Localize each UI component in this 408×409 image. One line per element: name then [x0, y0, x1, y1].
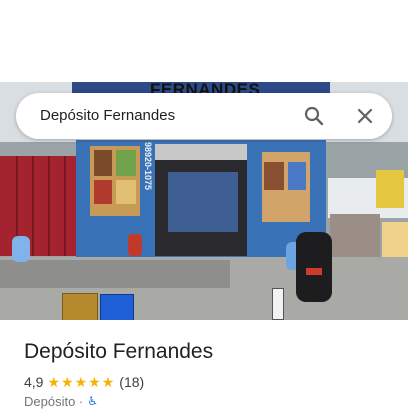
place-info-panel[interactable]: Depósito Fernandes 4,9 ★ ★ ★ ★ ★ (18) De… [0, 320, 408, 409]
shadow [0, 260, 230, 288]
yellow-sign [376, 170, 404, 208]
star-rating: ★ ★ ★ ★ ★ [47, 375, 115, 389]
gate-bar [32, 156, 34, 256]
poster [288, 162, 306, 190]
poster [94, 150, 112, 176]
small-sign [272, 288, 284, 320]
poster [94, 180, 112, 204]
rating-row[interactable]: 4,9 ★ ★ ★ ★ ★ (18) [24, 373, 144, 391]
category-row: Depósito · ♿ [24, 393, 99, 409]
gate-bar [64, 156, 66, 256]
search-bar[interactable]: Depósito Fernandes [16, 93, 392, 139]
store-interior [168, 172, 238, 232]
motorcycle-light [306, 268, 322, 275]
gate-bar [48, 156, 50, 256]
search-icon[interactable] [302, 104, 326, 128]
yellow-crate [62, 293, 98, 320]
rolling-shutter [155, 144, 247, 160]
star-icon: ★ [101, 374, 115, 390]
poster [116, 150, 136, 176]
star-icon: ★ [88, 374, 101, 390]
search-query-text[interactable]: Depósito Fernandes [40, 107, 175, 124]
star-icon: ★ [47, 374, 61, 390]
poster [264, 162, 284, 190]
red-bottle [128, 234, 142, 256]
blue-crate [100, 294, 134, 320]
star-icon: ★ [74, 374, 88, 390]
rating-value: 4,9 [24, 374, 44, 390]
review-count[interactable]: (18) [119, 374, 144, 390]
wheelchair-icon: ♿ [87, 394, 99, 408]
poster [116, 180, 136, 204]
close-icon[interactable] [353, 104, 377, 128]
water-jug [12, 236, 30, 262]
top-blank-area [0, 0, 408, 82]
motorcycle [296, 232, 332, 302]
store-phone-text: 98920-1075 [143, 142, 153, 191]
star-icon: ★ [61, 374, 74, 390]
place-title: Depósito Fernandes [24, 340, 214, 363]
place-category: Depósito · [24, 393, 84, 409]
